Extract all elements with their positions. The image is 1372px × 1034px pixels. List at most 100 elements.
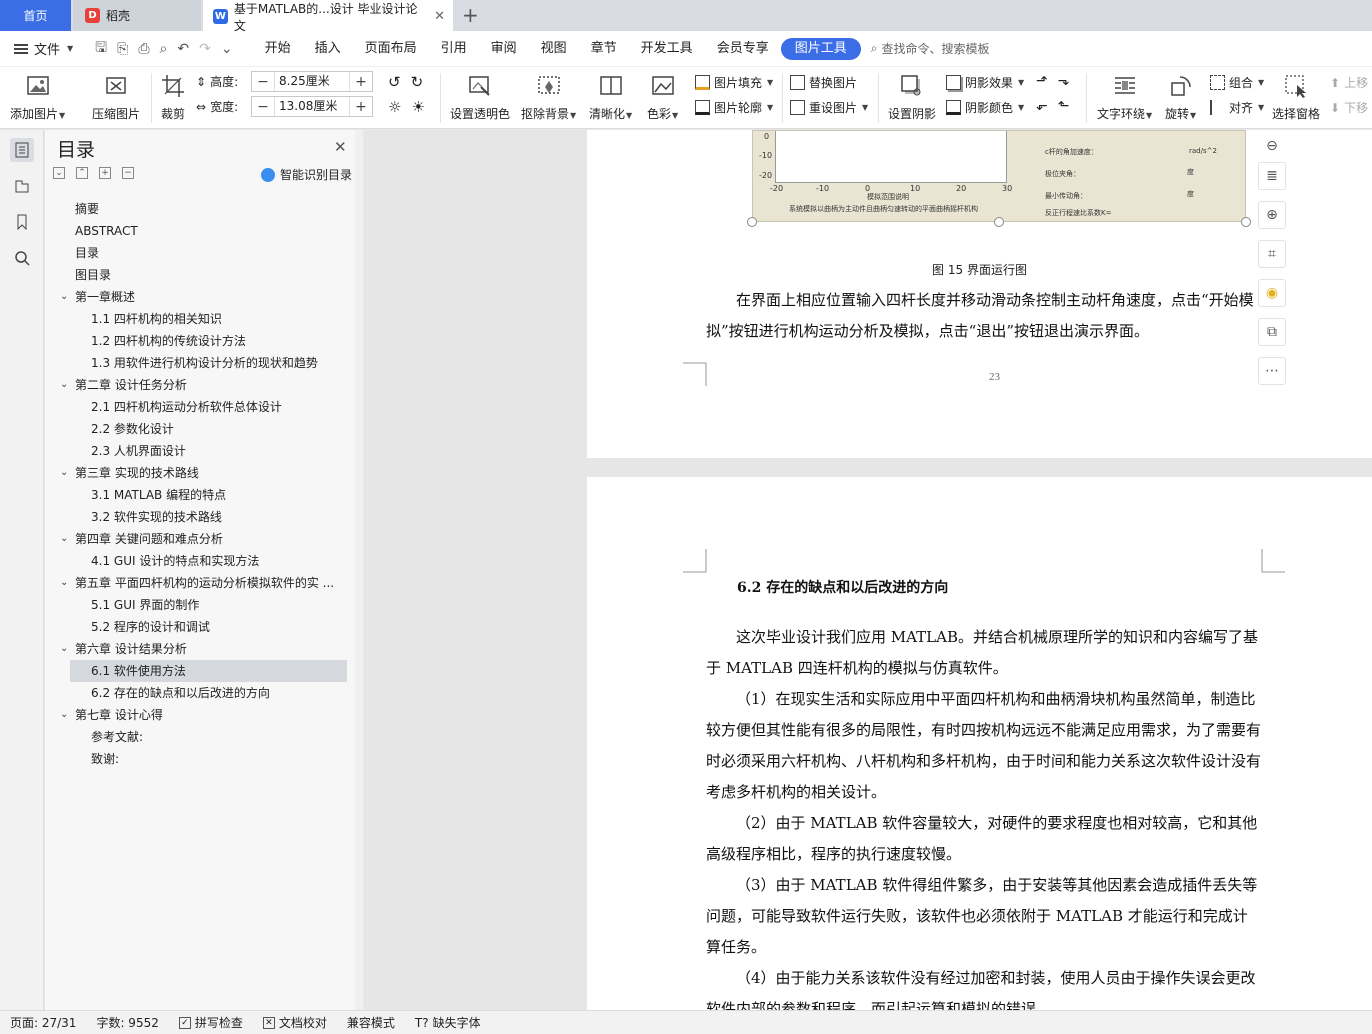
tab-chapter[interactable]: 章节: [579, 38, 629, 60]
shadow-color-button[interactable]: 阴影颜色 ▼: [946, 99, 1024, 116]
toc-item[interactable]: 1.2 四杆机构的传统设计方法: [91, 330, 343, 352]
picture-outline-button[interactable]: 图片轮廓 ▼: [695, 99, 773, 116]
height-increase-button[interactable]: +: [350, 74, 372, 90]
color-button[interactable]: 色彩▼: [647, 67, 678, 122]
toc-item[interactable]: 参考文献:: [91, 726, 343, 748]
close-icon[interactable]: ✕: [434, 9, 445, 24]
toc-panel-icon[interactable]: [10, 138, 34, 162]
resize-handle[interactable]: [747, 217, 757, 227]
missing-font-button[interactable]: T? 缺失字体: [405, 1014, 491, 1031]
set-shadow-button[interactable]: 设置阴影: [888, 67, 936, 122]
toc-item[interactable]: 第一章概述: [75, 286, 343, 308]
zoom-out-icon[interactable]: ⊖: [1258, 132, 1286, 160]
nudge-shadow-down-icon[interactable]: ⬎: [1058, 73, 1070, 89]
export-icon[interactable]: ⎘: [117, 41, 128, 57]
text-wrap-button[interactable]: 文字环绕▼: [1097, 67, 1152, 122]
toc-item[interactable]: 第六章 设计结果分析: [75, 638, 343, 660]
spell-check-button[interactable]: ✓ 拼写检查: [169, 1014, 253, 1031]
nudge-shadow-right-icon[interactable]: ⬑: [1058, 98, 1070, 114]
word-count[interactable]: 字数: 9552: [86, 1014, 168, 1031]
group-button[interactable]: 组合 ▼: [1210, 74, 1264, 91]
width-increase-button[interactable]: +: [350, 99, 372, 115]
toc-item[interactable]: 3.1 MATLAB 编程的特点: [91, 484, 343, 506]
tab-view[interactable]: 视图: [529, 38, 579, 60]
print-icon[interactable]: ⎙: [138, 41, 149, 57]
tab-developer[interactable]: 开发工具: [629, 38, 705, 60]
search-icon[interactable]: [10, 246, 34, 270]
chevron-down-icon[interactable]: ⌄: [60, 467, 68, 478]
width-decrease-button[interactable]: −: [252, 99, 274, 115]
tab-document[interactable]: W 基于MATLAB的...设计 毕业设计论文 ✕: [203, 0, 453, 33]
toc-item[interactable]: 4.1 GUI 设计的特点和实现方法: [91, 550, 343, 572]
remove-background-button[interactable]: 抠除背景▼: [521, 67, 576, 122]
undo-icon[interactable]: ↶: [177, 41, 189, 57]
width-input[interactable]: 13.08厘米: [274, 97, 350, 116]
align-button[interactable]: 对齐 ▼: [1210, 99, 1264, 116]
selection-pane-button[interactable]: 选择窗格: [1272, 67, 1320, 122]
width-stepper[interactable]: − 13.08厘米 +: [251, 96, 373, 117]
height-decrease-button[interactable]: −: [252, 74, 274, 90]
toc-item[interactable]: 第四章 关键问题和难点分析: [75, 528, 343, 550]
file-menu-button[interactable]: 文件 ▼: [14, 39, 73, 58]
compat-mode[interactable]: 兼容模式: [337, 1014, 405, 1031]
toc-item[interactable]: 2.1 四杆机构运动分析软件总体设计: [91, 396, 343, 418]
brightness-down-icon[interactable]: ☀: [411, 98, 424, 116]
toc-item[interactable]: 图目录: [75, 264, 343, 286]
crop-button[interactable]: 裁剪: [160, 67, 186, 122]
command-search[interactable]: ⌕ 查找命令、搜索模板: [871, 40, 990, 57]
close-icon[interactable]: ✕: [334, 138, 347, 156]
tab-picture-tools[interactable]: 图片工具: [780, 37, 861, 60]
zoom-in-icon[interactable]: ⊕: [1258, 201, 1286, 229]
move-down-button[interactable]: ⬇ 下移: [1330, 99, 1368, 116]
smart-toc-button[interactable]: 智能识别目录: [261, 166, 352, 183]
shadow-effect-button[interactable]: 阴影效果 ▼: [946, 74, 1024, 91]
toc-item[interactable]: 5.1 GUI 界面的制作: [91, 594, 343, 616]
toc-item[interactable]: 1.1 四杆机构的相关知识: [91, 308, 343, 330]
new-tab-button[interactable]: +: [462, 3, 479, 27]
toc-item[interactable]: 2.3 人机界面设计: [91, 440, 343, 462]
tab-member[interactable]: 会员专享: [705, 38, 781, 60]
more-icon[interactable]: ⋯: [1258, 357, 1286, 385]
chapter-nav-icon[interactable]: [10, 174, 34, 198]
tab-review[interactable]: 审阅: [479, 38, 529, 60]
resize-handle[interactable]: [1241, 217, 1251, 227]
toc-item[interactable]: 第七章 设计心得: [75, 704, 343, 726]
toc-item[interactable]: 第三章 实现的技术路线: [75, 462, 343, 484]
add-heading-icon[interactable]: +: [99, 167, 111, 179]
toc-item[interactable]: 第二章 设计任务分析: [75, 374, 343, 396]
toc-item[interactable]: ABSTRACT: [75, 220, 343, 242]
toc-item[interactable]: 5.2 程序的设计和调试: [91, 616, 343, 638]
nudge-shadow-left-icon[interactable]: ⬐: [1036, 98, 1048, 114]
chevron-down-icon[interactable]: ⌄: [60, 577, 68, 588]
toc-item[interactable]: 目录: [75, 242, 343, 264]
document-area[interactable]: 0 -10 -20 -20 -10 0 10 20 30 模拟范围说明 系统模拟…: [364, 130, 1372, 1010]
toc-item[interactable]: 2.2 参数化设计: [91, 418, 343, 440]
layout-options-icon[interactable]: ≣: [1258, 162, 1286, 190]
replace-picture-button[interactable]: 替换图片: [790, 74, 857, 91]
tab-daoke[interactable]: D 稻壳: [73, 0, 201, 31]
toc-item[interactable]: 第五章 平面四杆机构的运动分析模拟软件的实 ...: [75, 572, 343, 594]
resize-handle[interactable]: [994, 217, 1004, 227]
rotate-button[interactable]: 旋转▼: [1165, 67, 1196, 122]
tab-insert[interactable]: 插入: [303, 38, 353, 60]
brightness-up-icon[interactable]: ☼: [388, 98, 401, 116]
redo-icon[interactable]: ↷: [199, 41, 211, 57]
selected-picture[interactable]: 0 -10 -20 -20 -10 0 10 20 30 模拟范围说明 系统模拟…: [752, 130, 1246, 222]
sharpen-button[interactable]: 清晰化▼: [589, 67, 632, 122]
remove-heading-icon[interactable]: −: [122, 167, 134, 179]
idea-bulb-icon[interactable]: ◉: [1258, 279, 1286, 307]
toc-scrollbar[interactable]: [355, 130, 363, 1010]
nudge-shadow-up-icon[interactable]: ⬏: [1036, 73, 1048, 89]
toc-item[interactable]: 摘要: [75, 198, 343, 220]
toc-item[interactable]: 致谢:: [91, 748, 343, 770]
toc-item[interactable]: 6.1 软件使用方法: [70, 660, 347, 682]
chevron-down-icon[interactable]: ⌄: [60, 709, 68, 720]
toc-item[interactable]: 3.2 软件实现的技术路线: [91, 506, 343, 528]
crop-icon[interactable]: ⌗: [1258, 240, 1286, 268]
rotate-right-icon[interactable]: ↻: [411, 73, 424, 91]
expand-up-icon[interactable]: ⌃: [76, 167, 88, 179]
chevron-down-icon[interactable]: ⌄: [60, 291, 68, 302]
toc-item[interactable]: 1.3 用软件进行机构设计分析的现状和趋势: [91, 352, 343, 374]
tab-home[interactable]: 首页: [0, 0, 71, 31]
bookmark-icon[interactable]: [10, 210, 34, 234]
